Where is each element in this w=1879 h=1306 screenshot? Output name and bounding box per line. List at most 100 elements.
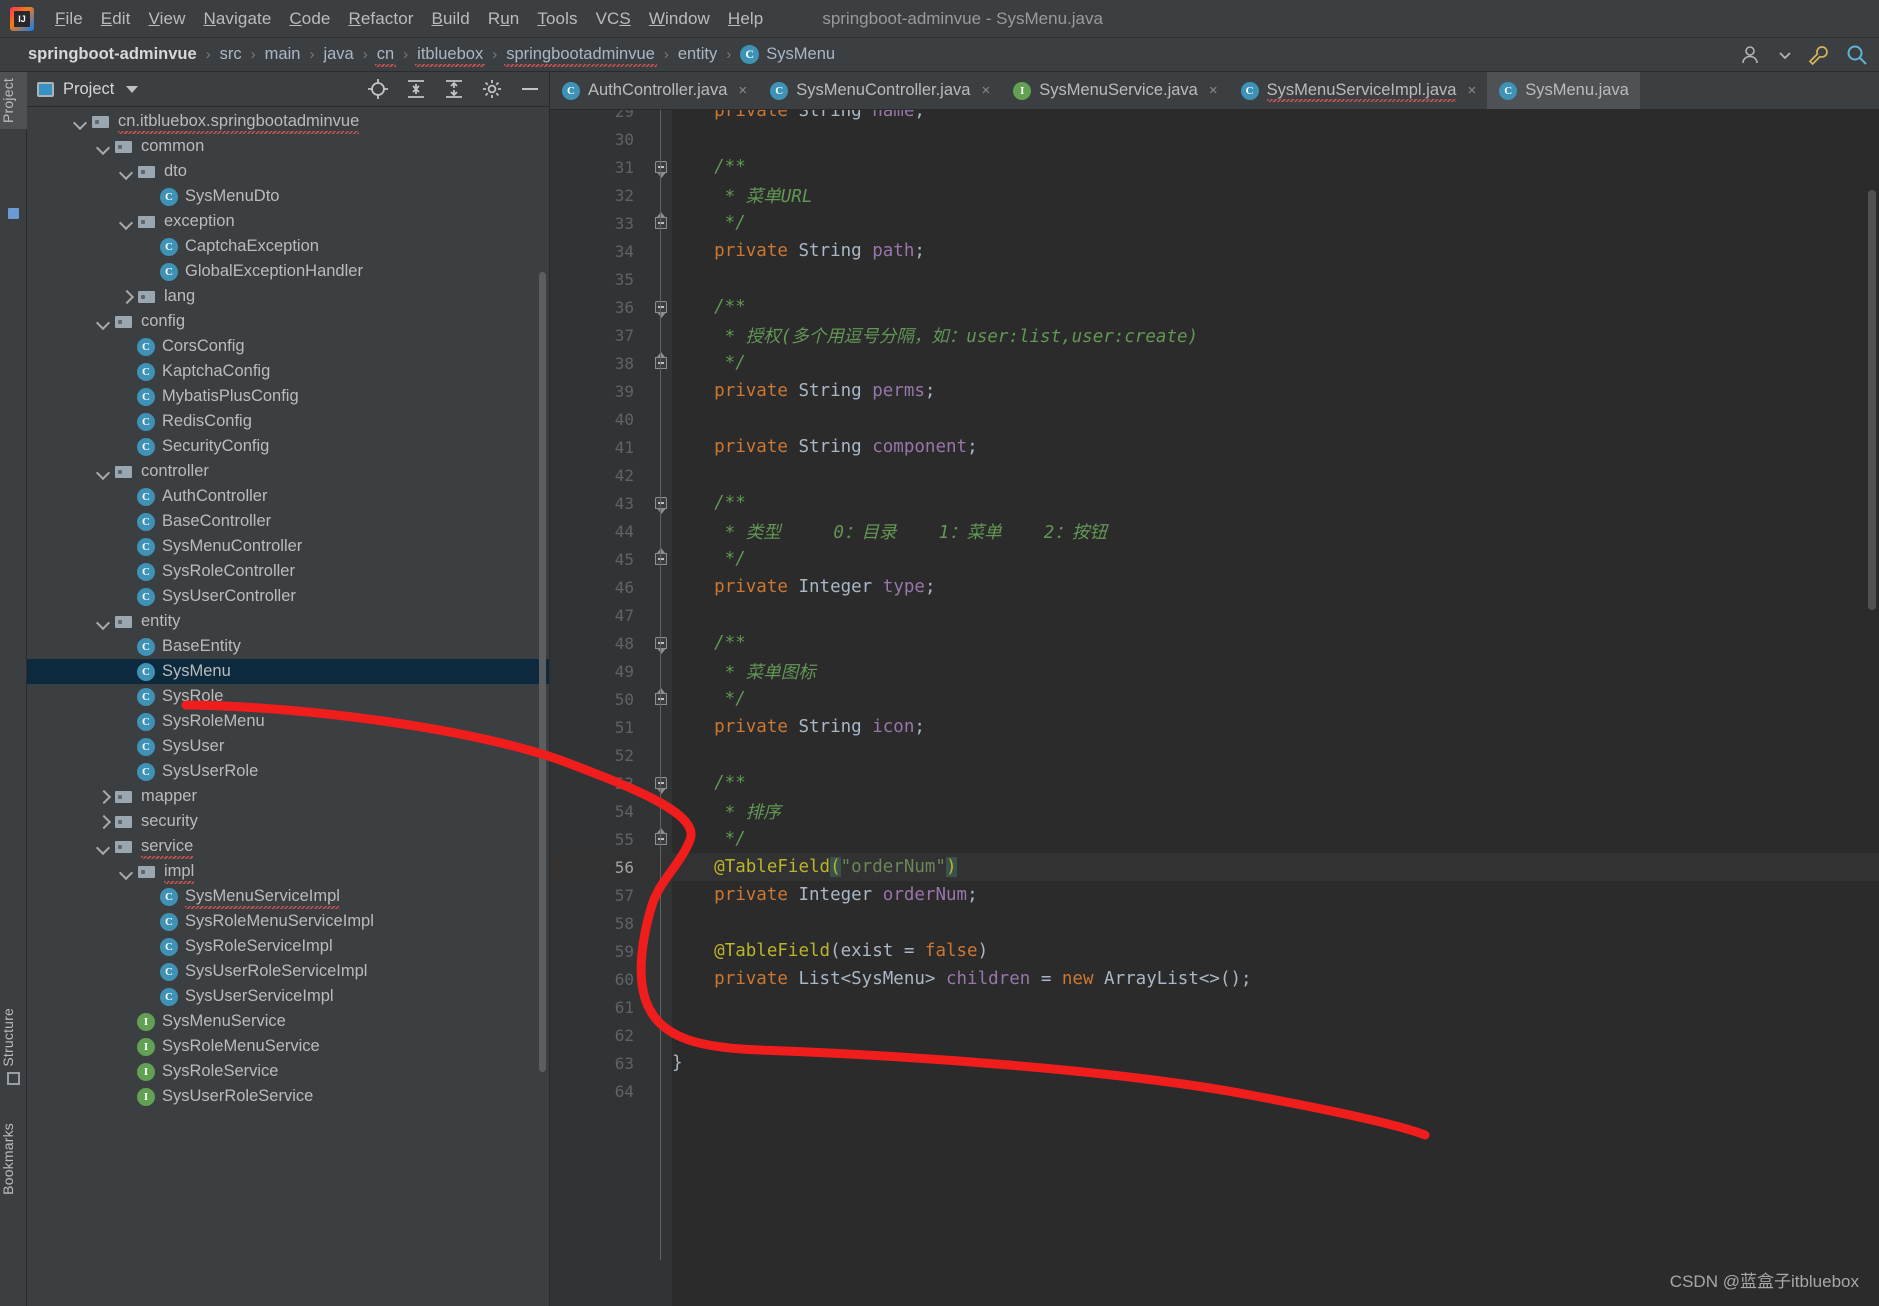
menu-item-navigate[interactable]: Navigate (194, 6, 280, 32)
sidebar-tab-structure[interactable]: Structure (0, 1002, 27, 1073)
tree-node-kaptchaconfig[interactable]: C KaptchaConfig (27, 359, 549, 384)
tree-node-sysuserroleservice[interactable]: I SysUserRoleService (27, 1084, 549, 1109)
editor-scrollbar[interactable] (1868, 190, 1876, 610)
tree-node-sysrolemenu[interactable]: C SysRoleMenu (27, 709, 549, 734)
project-panel-scrollbar[interactable] (539, 272, 546, 1072)
tree-node-authcontroller[interactable]: C AuthController (27, 484, 549, 509)
tree-node-sysuser[interactable]: C SysUser (27, 734, 549, 759)
fold-collapse-icon[interactable] (654, 636, 668, 650)
tree-node-sysusercontroller[interactable]: C SysUserController (27, 584, 549, 609)
tree-node-sysmenuservice[interactable]: I SysMenuService (27, 1009, 549, 1034)
breadcrumb-item-main[interactable]: main (263, 44, 303, 65)
editor-tab-sysmenuservice-java[interactable]: I SysMenuService.java × (1001, 72, 1228, 109)
hide-panel-icon[interactable] (519, 78, 541, 100)
tree-node-config[interactable]: config (27, 309, 549, 334)
chevron-down-icon[interactable] (119, 164, 134, 179)
tree-node-sysrole[interactable]: C SysRole (27, 684, 549, 709)
chevron-right-icon[interactable] (96, 814, 111, 829)
breadcrumb-item-java[interactable]: java (321, 44, 355, 65)
menu-item-vcs[interactable]: VCS (587, 6, 640, 32)
tree-node-redisconfig[interactable]: C RedisConfig (27, 409, 549, 434)
fold-collapse-icon[interactable] (654, 300, 668, 314)
chevron-down-icon[interactable] (1779, 50, 1791, 60)
fold-collapse-icon[interactable] (654, 496, 668, 510)
close-icon[interactable]: × (1467, 82, 1476, 99)
menu-item-code[interactable]: Code (280, 6, 339, 32)
tree-node-sysmenu[interactable]: C SysMenu (27, 659, 549, 684)
chevron-right-icon[interactable] (96, 789, 111, 804)
breadcrumb-item-entity[interactable]: entity (676, 44, 719, 65)
menu-item-edit[interactable]: Edit (92, 6, 140, 32)
chevron-down-icon[interactable] (126, 85, 139, 93)
menu-item-run[interactable]: Run (479, 6, 529, 32)
tree-node-impl[interactable]: impl (27, 859, 549, 884)
tree-node-sysrolecontroller[interactable]: C SysRoleController (27, 559, 549, 584)
tree-node-dto[interactable]: dto (27, 159, 549, 184)
tree-node-security[interactable]: security (27, 809, 549, 834)
close-icon[interactable]: × (738, 82, 747, 99)
fold-end-icon[interactable] (654, 688, 668, 706)
collapse-all-icon[interactable] (405, 78, 427, 100)
tree-node-entity[interactable]: entity (27, 609, 549, 634)
editor-tab-authcontroller-java[interactable]: C AuthController.java × (550, 72, 758, 109)
tree-node-common[interactable]: common (27, 134, 549, 159)
tree-node-sysroleservice[interactable]: I SysRoleService (27, 1059, 549, 1084)
sidebar-tab-bookmarks[interactable]: Bookmarks (0, 1117, 27, 1201)
menu-item-build[interactable]: Build (423, 6, 479, 32)
tree-node-captchaexception[interactable]: C CaptchaException (27, 234, 549, 259)
tree-node-sysuserserviceimpl[interactable]: C SysUserServiceImpl (27, 984, 549, 1009)
breadcrumb-item-springbootadminvue[interactable]: springbootadminvue (504, 44, 657, 67)
chevron-down-icon[interactable] (119, 864, 134, 879)
tree-node-cn-itbluebox-springbootadminvue[interactable]: cn.itbluebox.springbootadminvue (27, 109, 549, 134)
fold-end-icon[interactable] (654, 548, 668, 566)
tree-node-sysroleserviceimpl[interactable]: C SysRoleServiceImpl (27, 934, 549, 959)
user-avatar-icon[interactable] (1741, 45, 1763, 65)
breadcrumb-item-sysmenu[interactable]: C SysMenu (738, 44, 837, 65)
chevron-right-icon[interactable] (119, 289, 134, 304)
tree-node-sysrolemenuservice[interactable]: I SysRoleMenuService (27, 1034, 549, 1059)
fold-end-icon[interactable] (654, 212, 668, 230)
tree-node-exception[interactable]: exception (27, 209, 549, 234)
tree-node-sysmenucontroller[interactable]: C SysMenuController (27, 534, 549, 559)
search-icon[interactable] (1845, 44, 1869, 66)
chevron-down-icon[interactable] (96, 139, 111, 154)
menu-item-help[interactable]: Help (719, 6, 772, 32)
chevron-down-icon[interactable] (96, 839, 111, 854)
editor-tab-sysmenucontroller-java[interactable]: C SysMenuController.java × (758, 72, 1001, 109)
menu-item-view[interactable]: View (140, 6, 195, 32)
tree-node-service[interactable]: service (27, 834, 549, 859)
fold-end-icon[interactable] (654, 352, 668, 370)
sidebar-tab-project[interactable]: Project (0, 72, 27, 129)
tree-node-mybatisplusconfig[interactable]: C MybatisPlusConfig (27, 384, 549, 409)
fold-collapse-icon[interactable] (654, 776, 668, 790)
menu-item-file[interactable]: File (46, 6, 92, 32)
code-editor[interactable]: 29 private String name; 30 31 /** 32 * 菜单UR… (550, 110, 1879, 1306)
close-icon[interactable]: × (981, 82, 990, 99)
tree-node-sysuserroleserviceimpl[interactable]: C SysUserRoleServiceImpl (27, 959, 549, 984)
tree-node-securityconfig[interactable]: C SecurityConfig (27, 434, 549, 459)
tree-node-controller[interactable]: controller (27, 459, 549, 484)
tree-node-baseentity[interactable]: C BaseEntity (27, 634, 549, 659)
fold-collapse-icon[interactable] (654, 160, 668, 174)
menu-item-tools[interactable]: Tools (528, 6, 586, 32)
locate-icon[interactable] (367, 78, 389, 100)
chevron-down-icon[interactable] (119, 214, 134, 229)
tree-node-sysmenudto[interactable]: C SysMenuDto (27, 184, 549, 209)
tree-node-sysrolemenuserviceimpl[interactable]: C SysRoleMenuServiceImpl (27, 909, 549, 934)
breadcrumb-item-springboot-adminvue[interactable]: springboot-adminvue (26, 44, 199, 65)
close-icon[interactable]: × (1209, 82, 1218, 99)
expand-all-icon[interactable] (443, 78, 465, 100)
editor-tab-sysmenu-java[interactable]: C SysMenu.java (1487, 72, 1640, 109)
breadcrumb-item-src[interactable]: src (218, 44, 244, 65)
tree-node-lang[interactable]: lang (27, 284, 549, 309)
tree-node-mapper[interactable]: mapper (27, 784, 549, 809)
chevron-down-icon[interactable] (73, 114, 88, 129)
chevron-down-icon[interactable] (96, 614, 111, 629)
tree-node-sysuserrole[interactable]: C SysUserRole (27, 759, 549, 784)
breadcrumb-item-itbluebox[interactable]: itbluebox (415, 44, 486, 67)
settings-gear-icon[interactable] (481, 78, 503, 100)
fold-end-icon[interactable] (654, 828, 668, 846)
tree-node-basecontroller[interactable]: C BaseController (27, 509, 549, 534)
chevron-down-icon[interactable] (96, 464, 111, 479)
menu-item-window[interactable]: Window (640, 6, 719, 32)
